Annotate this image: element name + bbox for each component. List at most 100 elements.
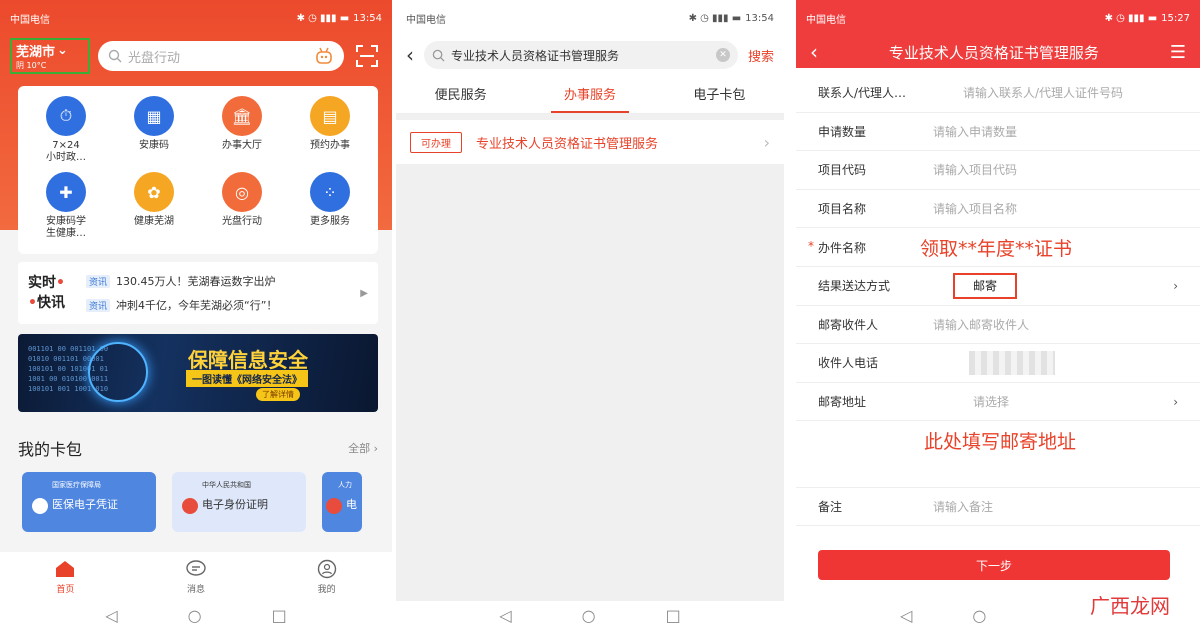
news-item[interactable]: 资讯 130.45万人！芜湖春运数字出炉 — [86, 273, 350, 289]
menu-icon[interactable]: ☰ — [1170, 42, 1186, 63]
card-issuer: 国家医疗保障局 — [52, 481, 101, 489]
phone-field-redacted[interactable] — [969, 350, 1055, 375]
carrier-label: 中国电信 — [10, 14, 50, 26]
address-annotation: 此处填写邮寄地址 — [924, 431, 1077, 454]
service-item[interactable]: ⏱ 7×24 小时政… — [22, 96, 110, 172]
service-item[interactable]: ▦ 安康码 — [110, 96, 198, 172]
form-row-recipient[interactable]: 邮寄收件人 请输入邮寄收件人 — [796, 306, 1200, 345]
security-banner[interactable]: 001101 00 001101 00 01010 001101 00001 100… — [18, 334, 378, 412]
wallet-card-partial[interactable]: 人力 电 — [322, 472, 362, 532]
card-issuer: 中华人民共和国 — [202, 481, 251, 489]
form-row-remarks[interactable]: 备注 请输入备注 — [796, 487, 1200, 526]
form-row-case-name[interactable]: 办件名称 领取**年度**证书 — [796, 228, 1200, 267]
news-brand: 实时• •快讯 — [28, 275, 65, 311]
service-label: 安康码 — [139, 140, 169, 151]
banner-subtitle: 一图读懂《网络安全法》 — [186, 370, 308, 387]
wallet-card-medical[interactable]: 国家医疗保障局 医保电子凭证 — [22, 472, 156, 532]
service-item[interactable]: ◎ 光盘行动 — [198, 172, 286, 248]
form-row-phone[interactable]: 收件人电话 — [796, 344, 1200, 383]
form-row-project-code[interactable]: 项目代码 请输入项目代码 — [796, 151, 1200, 190]
result-item[interactable]: 可办理 专业技术人员资格证书管理服务 › — [396, 120, 784, 164]
search-input[interactable]: 光盘行动 — [98, 41, 344, 71]
recents-nav-icon[interactable]: □ — [666, 606, 681, 625]
remarks-field[interactable]: 请输入备注 — [933, 498, 1178, 515]
tab-messages[interactable]: 消息 — [185, 559, 207, 595]
banner-title: 保障信息安全 — [188, 348, 308, 372]
play-icon[interactable]: ▶ — [360, 288, 368, 299]
contact-id-field[interactable]: 请输入联系人/代理人证件号码 — [963, 84, 1178, 101]
tab-profile[interactable]: 我的 — [316, 559, 338, 595]
back-arrow-icon[interactable]: ‹ — [406, 43, 414, 67]
banner-detail-button[interactable]: 了解详情 — [256, 388, 300, 401]
project-name-field[interactable]: 请输入项目名称 — [933, 200, 1178, 217]
status-bar: 中国电信 ✱ ◷ ▮▮▮ ▬ 15:27 — [796, 0, 1200, 36]
field-label: 项目代码 — [818, 163, 867, 178]
news-item[interactable]: 资讯 冲刺4千亿，今年芜湖必须“行”！ — [86, 297, 350, 313]
form-row-delivery[interactable]: 结果送达方式 邮寄 › — [796, 267, 1200, 306]
clock: 13:54 — [353, 12, 382, 24]
form-row-project-name[interactable]: 项目名称 请输入项目名称 — [796, 190, 1200, 229]
back-nav-icon[interactable]: ◁ — [499, 606, 511, 625]
home-nav-icon[interactable]: ○ — [972, 606, 986, 625]
service-item[interactable]: ✿ 健康芜湖 — [110, 172, 198, 248]
card-name: 电子身份证明 — [202, 498, 268, 511]
home-nav-icon[interactable]: ○ — [188, 606, 202, 625]
keyhole-icon — [88, 342, 148, 402]
back-arrow-icon[interactable]: ‹ — [810, 40, 818, 64]
scan-icon[interactable] — [352, 41, 382, 71]
city-selector[interactable]: 芜湖市 ⌄ 阴 10°C — [10, 38, 90, 74]
address-annotation-row: 此处填写邮寄地址 — [796, 421, 1200, 487]
home-nav-icon[interactable]: ○ — [582, 606, 596, 625]
search-bar: ‹ 专业技术人员资格证书管理服务 ✕ 搜索 — [396, 36, 784, 74]
search-icon — [108, 49, 122, 63]
wallet-card-id[interactable]: 中华人民共和国 电子身份证明 — [172, 472, 306, 532]
delivery-method-select[interactable]: 邮寄 — [953, 273, 1018, 300]
service-label: 办事大厅 — [222, 140, 262, 151]
field-label: 邮寄地址 — [818, 395, 867, 410]
field-label: 备注 — [818, 500, 843, 515]
news-ticker[interactable]: 实时• •快讯 资讯 130.45万人！芜湖春运数字出炉 资讯 冲刺4千亿，今年芜湖… — [18, 262, 378, 324]
field-label: 联系人/代理人… — [818, 86, 907, 101]
home-screen: 中国电信 ✱ ◷ ▮▮▮ ▬ 13:54 芜湖市 ⌄ 阴 10°C 光盘行动 ⏱ 7×… — [0, 0, 392, 629]
service-item[interactable]: ▤ 预约办事 — [286, 96, 374, 172]
tab-convenience[interactable]: 便民服务 — [396, 74, 525, 113]
category-tabs: 便民服务 办事服务 电子卡包 — [396, 74, 784, 114]
quantity-field[interactable]: 请输入申请数量 — [933, 123, 1178, 140]
recipient-field[interactable]: 请输入邮寄收件人 — [933, 316, 1178, 333]
search-button[interactable]: 搜索 — [748, 46, 774, 65]
tab-card-wallet[interactable]: 电子卡包 — [655, 74, 784, 113]
service-item[interactable]: ⁘ 更多服务 — [286, 172, 374, 248]
clear-icon[interactable]: ✕ — [715, 48, 730, 62]
next-step-button[interactable]: 下一步 — [818, 550, 1170, 580]
robot-icon[interactable] — [314, 47, 334, 65]
tab-home[interactable]: 首页 — [54, 559, 76, 595]
case-name-annotation: 领取**年度**证书 — [920, 238, 1073, 261]
back-nav-icon[interactable]: ◁ — [900, 606, 912, 625]
form-row-quantity[interactable]: 申请数量 请输入申请数量 — [796, 113, 1200, 152]
tab-services[interactable]: 办事服务 — [525, 74, 654, 113]
address-select[interactable]: 请选择 — [973, 393, 1173, 410]
search-input[interactable]: 专业技术人员资格证书管理服务 ✕ — [424, 41, 738, 69]
service-label: 更多服务 — [310, 216, 350, 227]
emblem-icon — [326, 498, 342, 514]
status-icons: ✱ ◷ ▮▮▮ ▬ — [1104, 12, 1158, 24]
watermark-logo: 广西龙网 — [1090, 594, 1170, 618]
recents-nav-icon[interactable]: □ — [272, 606, 287, 625]
wallet-header: 我的卡包 全部 › — [18, 436, 378, 460]
form-row-address[interactable]: 邮寄地址 请选择 › — [796, 383, 1200, 422]
chevron-right-icon: › — [1173, 394, 1178, 409]
plate-icon: ◎ — [222, 172, 262, 212]
project-code-field[interactable]: 请输入项目代码 — [933, 161, 1178, 178]
search-header: 中国电信 ✱ ◷ ▮▮▮ ▬ 13:54 ‹ 专业技术人员资格证书管理服务 ✕ 搜… — [396, 0, 784, 114]
search-value: 专业技术人员资格证书管理服务 — [451, 48, 620, 63]
service-item[interactable]: 🏛 办事大厅 — [198, 96, 286, 172]
service-item[interactable]: ✚ 安康码学 生健康… — [22, 172, 110, 248]
field-label: 结果送达方式 — [818, 279, 891, 294]
form-row-contact[interactable]: 联系人/代理人… 请输入联系人/代理人证件号码 — [796, 74, 1200, 113]
form-header: 中国电信 ✱ ◷ ▮▮▮ ▬ 15:27 ‹ 专业技术人员资格证书管理服务 ☰ — [796, 0, 1200, 68]
back-nav-icon[interactable]: ◁ — [105, 606, 117, 625]
search-icon — [432, 49, 445, 62]
news-brand-line2: 快讯 — [36, 295, 65, 311]
status-bar: 中国电信 ✱ ◷ ▮▮▮ ▬ 13:54 — [396, 0, 784, 36]
wallet-all-link[interactable]: 全部 › — [348, 440, 378, 456]
